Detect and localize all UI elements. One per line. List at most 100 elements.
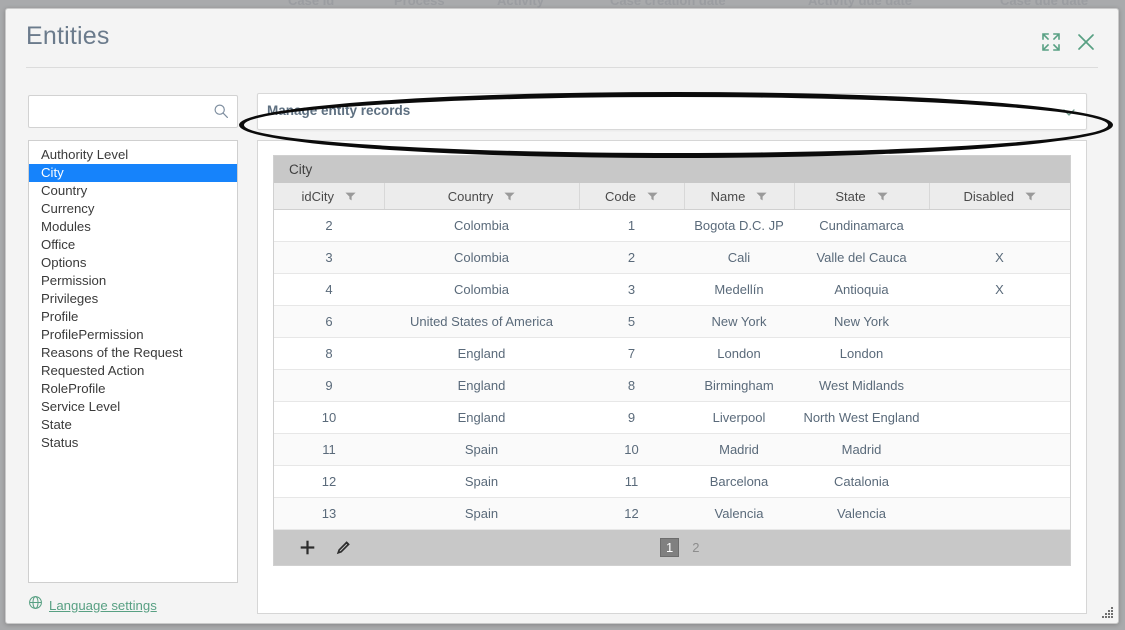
filter-icon[interactable]: [504, 192, 515, 201]
entity-list-item[interactable]: Office: [29, 236, 237, 254]
table-cell-name: Liverpool: [684, 401, 794, 434]
entity-list-item[interactable]: Reasons of the Request: [29, 344, 237, 362]
table-cell-state: North West England: [794, 401, 929, 434]
table-row[interactable]: 10 England 9 Liverpool North West England: [274, 401, 1070, 434]
entity-list-item[interactable]: Permission: [29, 272, 237, 290]
entity-list-item[interactable]: Privileges: [29, 290, 237, 308]
table-row[interactable]: 8 England 7 London London: [274, 337, 1070, 370]
table-row[interactable]: 6 United States of America 5 New York New Yo…: [274, 305, 1070, 338]
table-cell-country: Colombia: [384, 273, 579, 306]
page-number[interactable]: 2: [688, 539, 703, 556]
filter-icon[interactable]: [345, 192, 356, 201]
table-cell-state: Madrid: [794, 433, 929, 466]
pencil-icon[interactable]: [335, 539, 352, 556]
table-row[interactable]: 13 Spain 12 Valencia Valencia: [274, 497, 1070, 530]
entity-list-item[interactable]: RoleProfile: [29, 380, 237, 398]
expand-icon[interactable]: [1040, 31, 1062, 53]
table-row[interactable]: 4 Colombia 3 Medellín Antioquia X: [274, 273, 1070, 306]
table-cell-idCity: 9: [274, 369, 384, 402]
table-cell-state: Catalonia: [794, 465, 929, 498]
table-cell-country: England: [384, 337, 579, 370]
grid-header-row: idCity Country Code Name State Disabled: [274, 183, 1070, 210]
table-row[interactable]: 3 Colombia 2 Cali Valle del Cauca X: [274, 241, 1070, 274]
dialog-header: Entities: [6, 9, 1118, 68]
grid-column-header-label: Name: [710, 188, 746, 204]
background-column-header: Case Id: [288, 0, 335, 8]
entity-list-item[interactable]: ProfilePermission: [29, 326, 237, 344]
entity-records-panel: City idCity Country Code Name State Disabled …: [257, 140, 1087, 614]
pagination[interactable]: 12: [660, 530, 703, 565]
globe-icon: [28, 595, 43, 615]
table-cell-disabled: [929, 209, 1070, 242]
table-cell-disabled: X: [929, 273, 1070, 306]
filter-icon[interactable]: [756, 192, 767, 201]
filter-icon[interactable]: [647, 192, 658, 201]
plus-icon[interactable]: [299, 539, 316, 556]
table-cell-country: Colombia: [384, 241, 579, 274]
table-row[interactable]: 9 England 8 Birmingham West Midlands: [274, 369, 1070, 402]
entity-list-item[interactable]: Options: [29, 254, 237, 272]
table-cell-disabled: [929, 433, 1070, 466]
background-column-header: Case due date: [1000, 0, 1089, 8]
table-cell-disabled: [929, 305, 1070, 338]
table-cell-state: London: [794, 337, 929, 370]
entity-list[interactable]: Authority Level City Country Currency Module…: [28, 140, 238, 583]
filter-icon[interactable]: [1025, 192, 1036, 201]
entity-records-dropdown-value: Manage entity records: [267, 103, 411, 118]
resize-grip[interactable]: [1101, 606, 1114, 619]
grid-column-header[interactable]: idCity: [274, 183, 385, 210]
background-column-header: Case creation date: [610, 0, 726, 8]
table-cell-code: 5: [579, 305, 684, 338]
grid-column-header-label: Country: [447, 188, 494, 204]
table-row[interactable]: 11 Spain 10 Madrid Madrid: [274, 433, 1070, 466]
entity-list-item[interactable]: Profile: [29, 308, 237, 326]
grid-column-header[interactable]: Disabled: [929, 183, 1070, 210]
table-cell-name: London: [684, 337, 794, 370]
entity-list-item[interactable]: Service Level: [29, 398, 237, 416]
entity-list-item[interactable]: Currency: [29, 200, 237, 218]
grid-column-header-label: Code: [604, 188, 637, 204]
page-title: Entities: [26, 22, 110, 50]
search-box[interactable]: [28, 95, 238, 129]
table-cell-code: 10: [579, 433, 684, 466]
table-cell-name: Bogota D.C. JP: [684, 209, 794, 242]
background-column-header: Process: [394, 0, 445, 8]
table-cell-disabled: [929, 465, 1070, 498]
search-input[interactable]: [37, 96, 211, 129]
grid-caption: City: [274, 156, 1070, 183]
entity-list-item[interactable]: Requested Action: [29, 362, 237, 380]
close-icon[interactable]: [1075, 31, 1097, 53]
table-cell-state: Valle del Cauca: [794, 241, 929, 274]
entity-list-item[interactable]: City: [29, 164, 237, 182]
entity-list-item[interactable]: Status: [29, 434, 237, 452]
table-cell-code: 3: [579, 273, 684, 306]
page-number[interactable]: 1: [660, 538, 680, 557]
table-cell-name: Madrid: [684, 433, 794, 466]
table-cell-code: 1: [579, 209, 684, 242]
table-cell-country: England: [384, 401, 579, 434]
entity-list-item[interactable]: Country: [29, 182, 237, 200]
grid-footer: 12: [274, 530, 1070, 565]
table-cell-name: Barcelona: [684, 465, 794, 498]
table-cell-country: United States of America: [384, 305, 579, 338]
table-cell-name: Cali: [684, 241, 794, 274]
table-row[interactable]: 12 Spain 11 Barcelona Catalonia: [274, 465, 1070, 498]
entity-list-item[interactable]: Authority Level: [29, 146, 237, 164]
entity-list-item[interactable]: State: [29, 416, 237, 434]
grid-column-header[interactable]: State: [794, 183, 930, 210]
table-cell-disabled: [929, 337, 1070, 370]
table-row[interactable]: 2 Colombia 1 Bogota D.C. JP Cundinamarca: [274, 209, 1070, 242]
grid-column-header[interactable]: Name: [684, 183, 795, 210]
filter-icon[interactable]: [877, 192, 888, 201]
table-cell-code: 7: [579, 337, 684, 370]
entity-list-item[interactable]: Modules: [29, 218, 237, 236]
entity-records-dropdown[interactable]: Manage entity records: [257, 93, 1087, 130]
grid-column-header[interactable]: Country: [384, 183, 580, 210]
grid-column-header-label: State: [835, 188, 866, 204]
grid-column-header[interactable]: Code: [579, 183, 685, 210]
table-cell-code: 2: [579, 241, 684, 274]
table-cell-state: Cundinamarca: [794, 209, 929, 242]
table-cell-name: New York: [684, 305, 794, 338]
table-cell-idCity: 2: [274, 209, 384, 242]
language-settings-link[interactable]: Language settings: [28, 595, 157, 615]
